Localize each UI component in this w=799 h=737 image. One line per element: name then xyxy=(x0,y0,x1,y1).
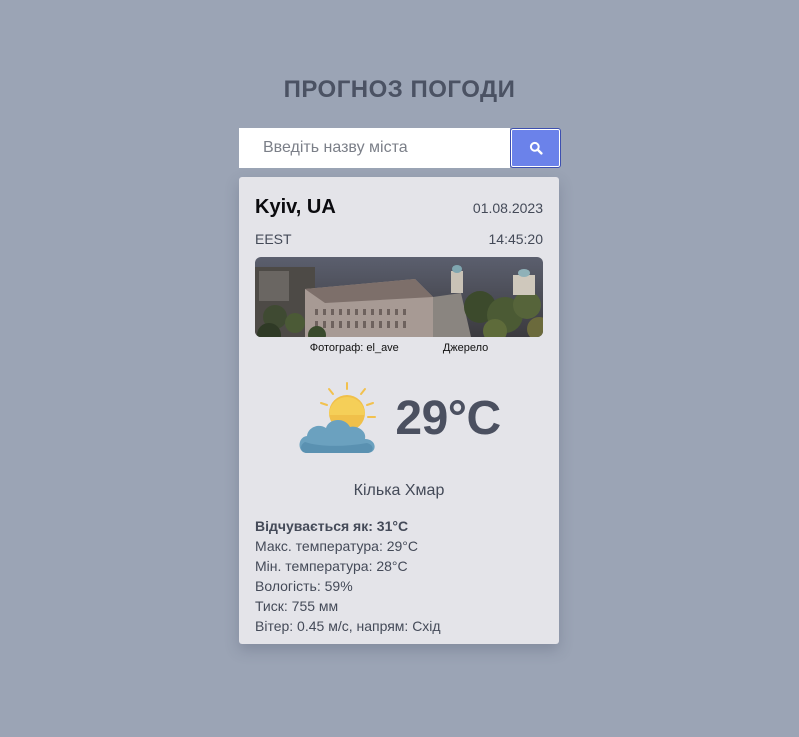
feels-like-value: 31°C xyxy=(376,518,409,534)
weather-description: Кілька Хмар xyxy=(353,482,445,499)
page-title: ПРОГНОЗ ПОГОДИ xyxy=(283,76,516,103)
city-name: Kyiv, UA xyxy=(255,196,336,218)
wind: Вітер: 0.45 м/с, напрям: Схід xyxy=(255,618,441,634)
feels-like-label: Відчувається як: xyxy=(255,518,373,534)
timezone-label: EEST xyxy=(255,231,292,247)
photo-source-link[interactable]: Джерело xyxy=(443,342,488,354)
photo-credits: Фотограф: el_ave Джерело xyxy=(255,342,543,354)
time-row: EEST 14:45:20 xyxy=(255,231,543,249)
max-temperature: Макс. температура: 29°C xyxy=(255,538,419,554)
humidity: Вологість: 59% xyxy=(255,578,353,594)
date-value: 01.08.2023 xyxy=(472,200,543,216)
current-weather: 29°C xyxy=(255,376,543,460)
pressure: Тиск: 755 мм xyxy=(255,598,339,614)
weather-card: Kyiv, UA 01.08.2023 EEST 14:45:20 Фотогр… xyxy=(239,177,559,644)
temperature: 29°C xyxy=(395,391,501,445)
search-icon xyxy=(529,141,543,155)
partly-cloudy-icon xyxy=(299,382,377,453)
feels-like: Відчувається як: 31°C xyxy=(255,516,543,536)
city-search-input[interactable] xyxy=(239,128,510,168)
min-temperature: Мін. температура: 28°C xyxy=(255,558,408,574)
weather-details: Відчувається як: 31°C Макс. температура:… xyxy=(255,516,543,636)
location-row: Kyiv, UA 01.08.2023 xyxy=(255,196,543,220)
local-time: 14:45:20 xyxy=(488,231,544,247)
search-bar xyxy=(239,128,561,168)
city-photo xyxy=(255,257,543,337)
page: ПРОГНОЗ ПОГОДИ Kyiv, UA 01.08.2023 EEST … xyxy=(0,0,799,737)
photographer-link[interactable]: Фотограф: el_ave xyxy=(310,342,399,354)
search-button[interactable] xyxy=(510,128,561,168)
